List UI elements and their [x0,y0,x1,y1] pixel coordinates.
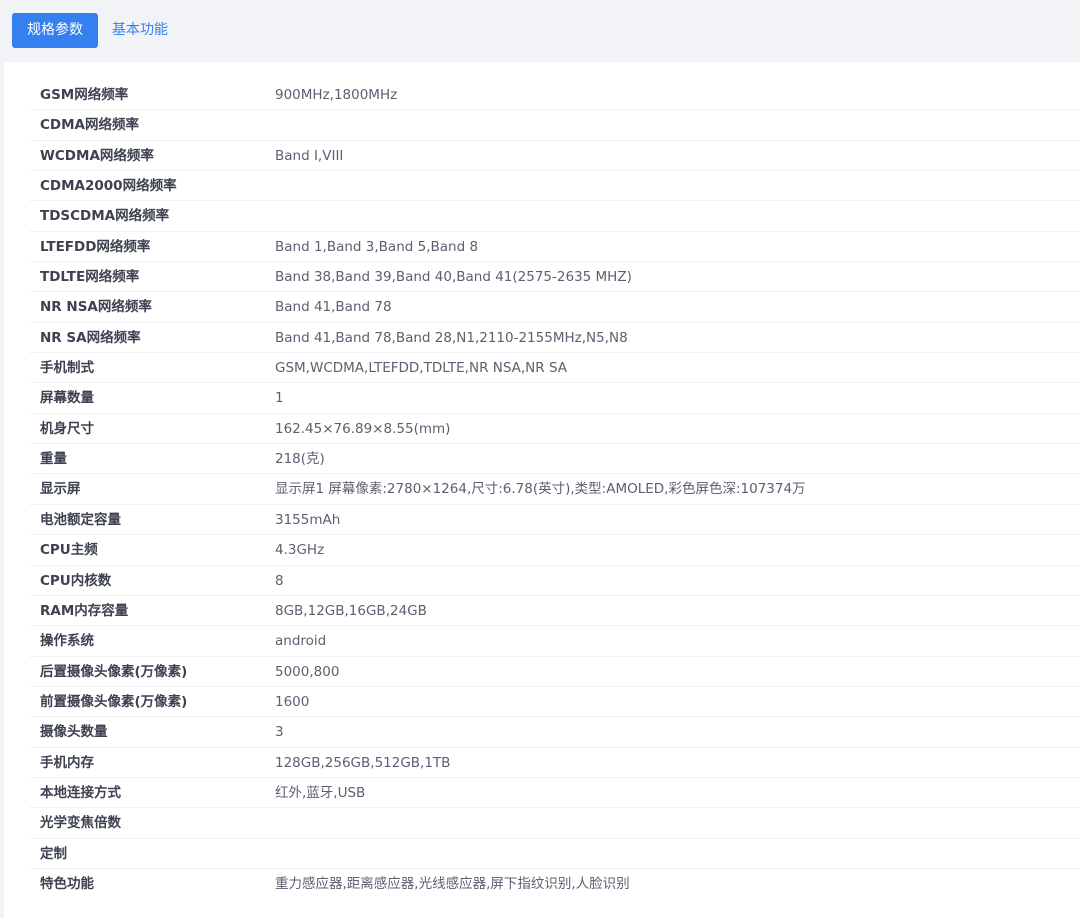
spec-row: CDMA2000网络频率 [29,171,1080,202]
spec-label: 后置摄像头像素(万像素) [40,663,188,680]
spec-value: 重力感应器,距离感应器,光线感应器,屏下指纹识别,人脸识别 [275,875,630,892]
spec-label: WCDMA网络频率 [40,147,154,164]
spec-label: 显示屏 [40,481,81,498]
spec-value: Band 41,Band 78,Band 28,N1,2110-2155MHz,… [275,329,628,346]
spec-row: WCDMA网络频率 Band I,VIII [29,141,1080,172]
spec-label: 特色功能 [40,875,94,892]
spec-value: 4.3GHz [275,542,325,559]
spec-value: Band 38,Band 39,Band 40,Band 41(2575-263… [275,269,632,286]
spec-row: GSM网络频率 900MHz,1800MHz [29,80,1080,111]
spec-label: CPU主频 [40,542,98,559]
spec-label: 重量 [40,451,67,468]
spec-value: 5000,800 [275,663,340,680]
spec-value: 3 [275,724,284,741]
spec-label: 光学变焦倍数 [40,815,121,832]
spec-value: 显示屏1 屏幕像素:2780×1264,尺寸:6.78(英寸),类型:AMOLE… [275,481,806,498]
spec-value: 3155mAh [275,511,341,528]
spec-row: NR NSA网络频率 Band 41,Band 78 [29,292,1080,323]
spec-value: 162.45×76.89×8.55(mm) [275,420,451,437]
spec-value: 1 [275,390,284,407]
spec-row: 手机内存 128GB,256GB,512GB,1TB [29,748,1080,778]
spec-value: GSM,WCDMA,LTEFDD,TDLTE,NR NSA,NR SA [275,360,568,377]
spec-row: NR SA网络频率 Band 41,Band 78,Band 28,N1,2110… [29,323,1080,354]
spec-label: 电池额定容量 [40,511,121,528]
spec-row: CDMA网络频率 [29,110,1080,141]
spec-row: CPU内核数 8 [29,566,1080,596]
spec-panel: GSM网络频率 900MHz,1800MHz CDMA网络频率 WCDMA网络频率 Ba… [4,62,1080,918]
spec-row: 电池额定容量 3155mAh [29,505,1080,536]
spec-row: 本地连接方式 红外,蓝牙,USB [29,778,1080,809]
spec-value: 8 [275,572,284,589]
spec-row: 特色功能 重力感应器,距离感应器,光线感应器,屏下指纹识别,人脸识别 [29,869,1080,899]
tab-bar: 规格参数 基本功能 [0,0,1080,62]
spec-label: CDMA2000网络频率 [40,178,177,195]
spec-label: RAM内存容量 [40,602,129,619]
spec-row: RAM内存容量 8GB,12GB,16GB,24GB [29,596,1080,627]
spec-row: 重量 218(克) [29,444,1080,475]
spec-row: 摄像头数量 3 [29,717,1080,748]
spec-value: Band I,VIII [275,147,344,164]
spec-label: 操作系统 [40,633,94,650]
spec-row: TDSCDMA网络频率 [29,201,1080,232]
spec-row: 机身尺寸 162.45×76.89×8.55(mm) [29,414,1080,445]
spec-value: 218(克) [275,451,325,468]
spec-row: CPU主频 4.3GHz [29,535,1080,566]
spec-row: 屏幕数量 1 [29,383,1080,414]
spec-value: 900MHz,1800MHz [275,87,398,103]
spec-row: 前置摄像头像素(万像素) 1600 [29,687,1080,718]
spec-row: 后置摄像头像素(万像素) 5000,800 [29,657,1080,687]
spec-label: NR NSA网络频率 [40,299,152,316]
page: 规格参数 基本功能 GSM网络频率 900MHz,1800MHz CDMA网络频率 W… [0,0,1080,918]
spec-label: 手机内存 [40,754,94,771]
spec-label: 前置摄像头像素(万像素) [40,693,188,710]
tab-basic-functions[interactable]: 基本功能 [112,13,168,48]
spec-label: 屏幕数量 [40,390,94,407]
spec-value: 128GB,256GB,512GB,1TB [275,754,451,771]
spec-label: 手机制式 [40,360,94,377]
spec-value: 红外,蓝牙,USB [275,784,366,801]
spec-row: 操作系统 android [29,626,1080,657]
spec-label: 本地连接方式 [40,784,121,801]
spec-label: CDMA网络频率 [40,117,139,134]
spec-row: 手机制式 GSM,WCDMA,LTEFDD,TDLTE,NR NSA,NR SA [29,353,1080,384]
spec-value: Band 1,Band 3,Band 5,Band 8 [275,238,479,255]
spec-label: 机身尺寸 [40,420,94,437]
spec-value: android [275,633,327,650]
spec-label: 定制 [40,845,67,862]
spec-label: NR SA网络频率 [40,329,141,346]
spec-label: TDLTE网络频率 [40,269,140,286]
spec-label: 摄像头数量 [40,724,108,741]
spec-label: GSM网络频率 [40,87,129,103]
spec-row: 显示屏 显示屏1 屏幕像素:2780×1264,尺寸:6.78(英寸),类型:AM… [29,474,1080,505]
spec-row: 光学变焦倍数 [29,808,1080,839]
spec-label: TDSCDMA网络频率 [40,208,170,225]
spec-row: TDLTE网络频率 Band 38,Band 39,Band 40,Band 41… [29,262,1080,293]
spec-label: LTEFDD网络频率 [40,238,151,255]
tab-specs[interactable]: 规格参数 [12,13,98,48]
spec-value: Band 41,Band 78 [275,299,392,316]
spec-row: LTEFDD网络频率 Band 1,Band 3,Band 5,Band 8 [29,232,1080,263]
spec-table: GSM网络频率 900MHz,1800MHz CDMA网络频率 WCDMA网络频率 Ba… [29,80,1080,899]
spec-row: 定制 [29,839,1080,869]
spec-label: CPU内核数 [40,572,112,589]
spec-value: 8GB,12GB,16GB,24GB [275,602,427,619]
spec-value: 1600 [275,693,310,710]
